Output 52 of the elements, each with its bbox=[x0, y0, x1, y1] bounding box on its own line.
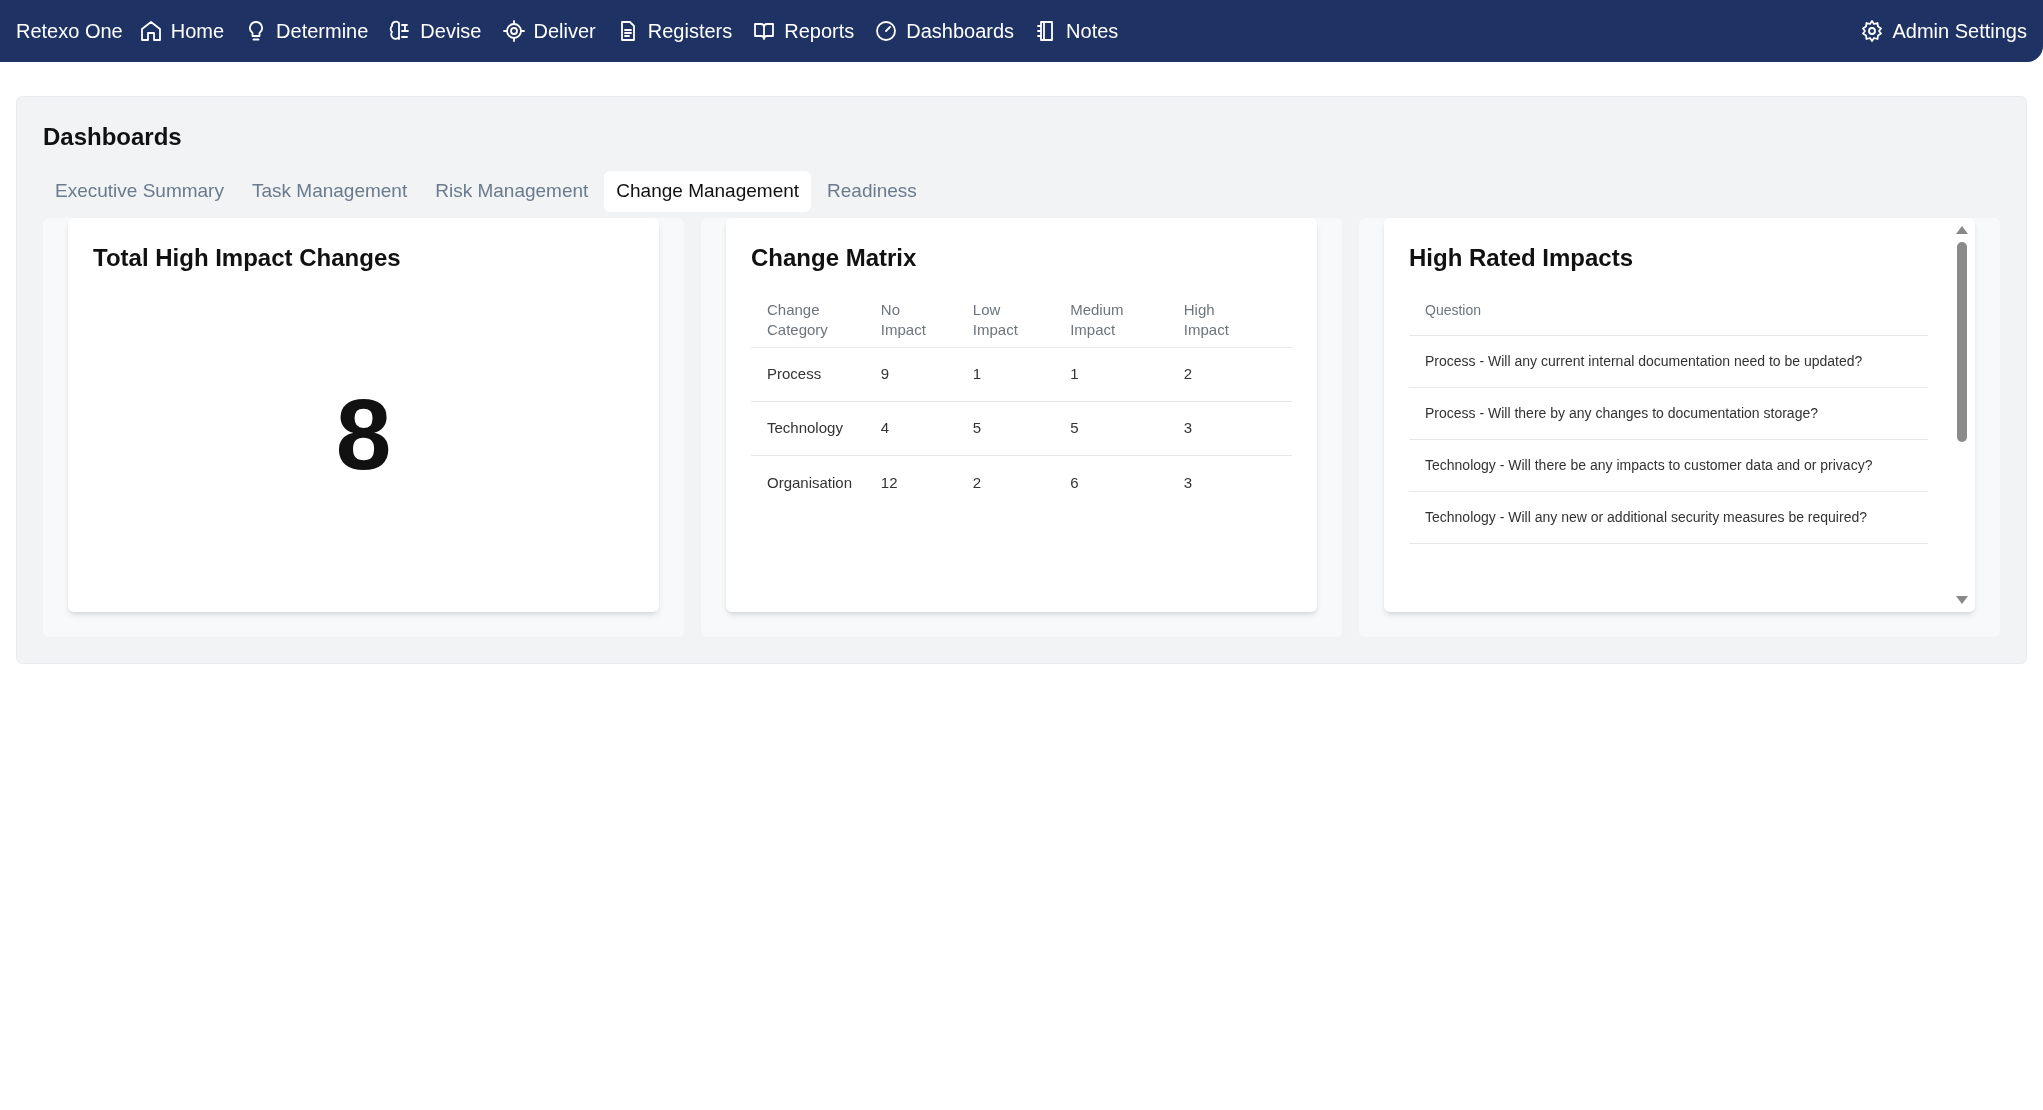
crosshair-icon bbox=[501, 19, 526, 43]
admin-settings-link[interactable]: Admin Settings bbox=[1860, 16, 2027, 46]
table-cell: 3 bbox=[1183, 419, 1193, 437]
nav-link[interactable]: Determine bbox=[244, 16, 369, 46]
brand-link[interactable]: Retexo One bbox=[16, 16, 123, 46]
table-cell: Process - Will any current internal documentation need to be updated? bbox=[1425, 352, 1863, 369]
nav-link[interactable]: Dashboards bbox=[874, 16, 1015, 46]
nav-link[interactable]: Reports bbox=[752, 16, 855, 46]
tab[interactable]: Executive Summary bbox=[43, 171, 236, 212]
column-header: Medium Impact bbox=[1070, 299, 1125, 340]
table-cell: 2 bbox=[972, 473, 982, 491]
settings-icon bbox=[1860, 19, 1885, 43]
table-cell: 1 bbox=[972, 365, 982, 383]
table-cell: 3 bbox=[1183, 473, 1193, 491]
card-title: High Rated Impacts bbox=[1409, 242, 1635, 273]
house-icon bbox=[138, 19, 163, 43]
tab[interactable]: Change Management bbox=[604, 171, 812, 212]
nav-link[interactable]: Notes bbox=[1034, 16, 1119, 46]
table-cell: 1 bbox=[1070, 365, 1079, 383]
column-header: Question bbox=[1409, 299, 1928, 336]
total-count: 8 bbox=[335, 383, 392, 484]
scrollbar-thumb[interactable] bbox=[1957, 241, 1967, 442]
nav-link[interactable]: Deliver bbox=[501, 16, 596, 46]
table-cell: 5 bbox=[972, 419, 982, 437]
table-cell: 12 bbox=[880, 473, 898, 491]
column-header: Low Impact bbox=[972, 299, 1019, 340]
tab[interactable]: Readiness bbox=[815, 171, 929, 212]
page-title: Dashboards bbox=[43, 122, 183, 152]
scroll-up-icon[interactable] bbox=[1956, 225, 1968, 234]
table-cell: Organisation bbox=[767, 473, 853, 491]
table-cell: Process bbox=[767, 365, 822, 383]
table-cell: 2 bbox=[1183, 365, 1193, 383]
table-cell: 4 bbox=[880, 419, 890, 437]
table-cell: Technology bbox=[767, 419, 843, 437]
table-cell: Technology - Will there be any impacts to customer data and or privacy? bbox=[1425, 456, 1873, 473]
nav-link[interactable]: Registers bbox=[615, 16, 733, 46]
tab[interactable]: Risk Management bbox=[423, 171, 601, 212]
table-cell: 6 bbox=[1070, 473, 1079, 491]
column-header: High Impact bbox=[1183, 299, 1230, 340]
card-title: Total High Impact Changes bbox=[93, 242, 402, 273]
gauge-icon bbox=[874, 19, 899, 43]
column-header: Change Category bbox=[767, 299, 827, 340]
table-cell: 9 bbox=[880, 365, 890, 383]
nav-link[interactable]: Home bbox=[138, 16, 225, 46]
column-header: No Impact bbox=[880, 299, 927, 340]
table-cell: Process - Will there by any changes to documentation storage? bbox=[1425, 404, 1818, 421]
nav-link[interactable]: Devise bbox=[388, 16, 482, 46]
table-cell: 5 bbox=[1070, 419, 1079, 437]
tab[interactable]: Task Management bbox=[239, 171, 420, 212]
card-title: Change Matrix bbox=[751, 242, 918, 273]
scroll-down-icon[interactable] bbox=[1956, 595, 1968, 604]
table-cell: Technology - Will any new or additional security measures be required? bbox=[1425, 508, 1867, 525]
